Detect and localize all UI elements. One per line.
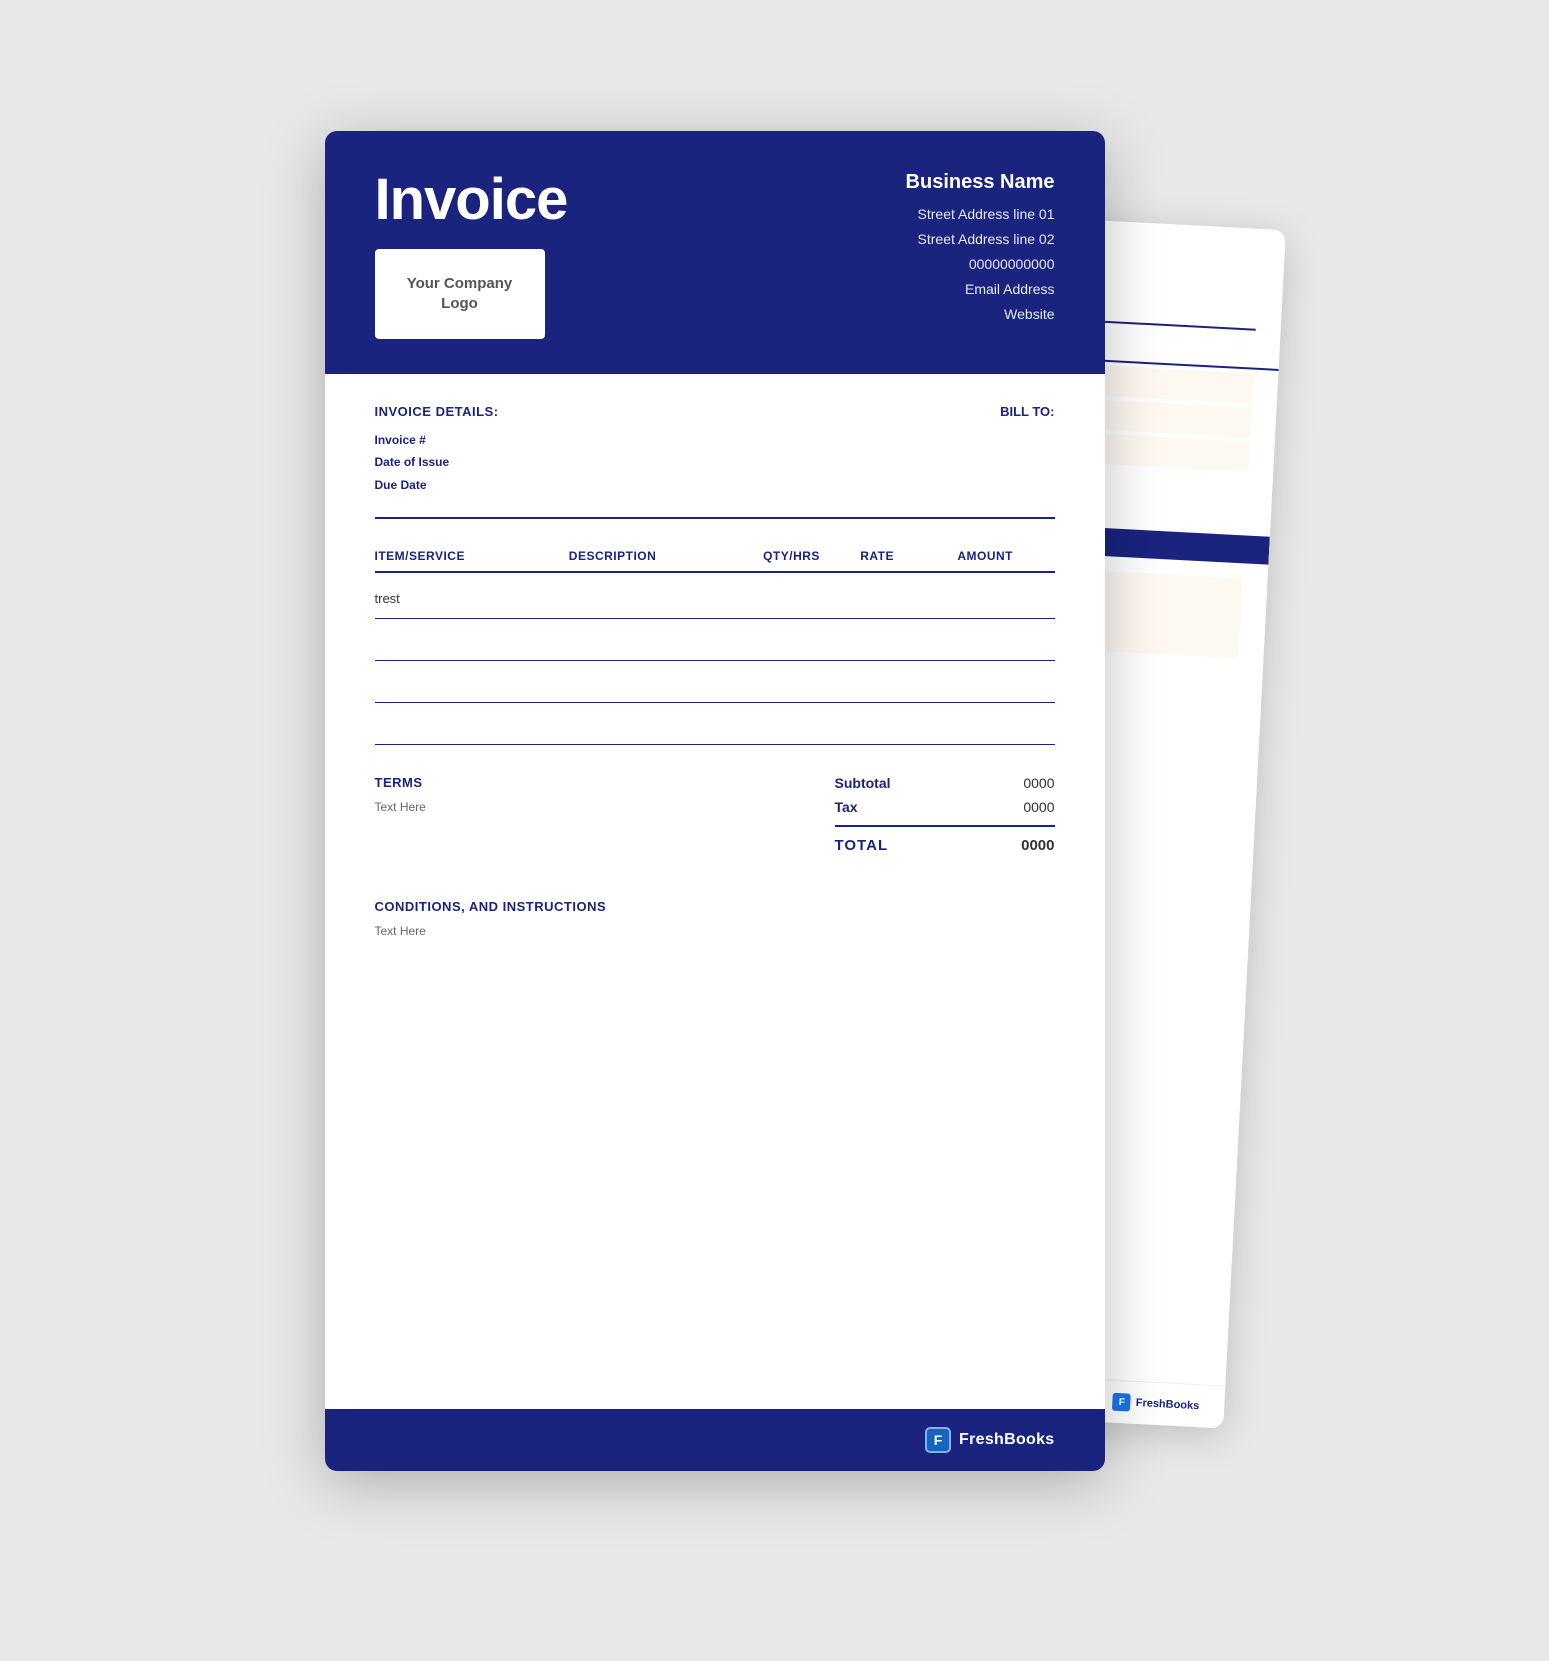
table-empty-row-1 (375, 619, 1055, 661)
total-value: 0000 (1021, 837, 1054, 854)
invoice-front: Invoice Your Company Logo Business Name … (325, 131, 1105, 1471)
freshbooks-name: FreshBooks (959, 1431, 1054, 1449)
row1-amount (957, 591, 1054, 610)
conditions-text: Text Here (375, 924, 1055, 938)
freshbooks-logo: F FreshBooks (925, 1427, 1054, 1453)
website-line: Website (906, 302, 1055, 327)
details-left: INVOICE DETAILS: Invoice # Date of Issue… (375, 404, 499, 497)
table-empty-row-3 (375, 703, 1055, 745)
phone-line: 00000000000 (906, 252, 1055, 277)
total-label: TOTAL (835, 837, 889, 854)
row1-qty (763, 591, 860, 610)
front-body: INVOICE DETAILS: Invoice # Date of Issue… (325, 374, 1105, 968)
table-section: ITEM/SERVICE DESCRIPTION QTY/HRS RATE AM… (375, 549, 1055, 745)
conditions-section: CONDITIONS, AND INSTRUCTIONS Text Here (375, 889, 1055, 938)
back-freshbooks-logo: F FreshBooks (1112, 1392, 1199, 1415)
terms-text: Text Here (375, 800, 835, 814)
table-data-row-1: trest (375, 581, 1055, 619)
th-amount: AMOUNT (957, 549, 1054, 563)
logo-text-line1: Your Company (407, 275, 513, 292)
details-section: INVOICE DETAILS: Invoice # Date of Issue… (375, 404, 1055, 519)
date-issue-item: Date of Issue (375, 451, 499, 474)
freshbooks-icon: F (925, 1427, 951, 1453)
invoice-num-item: Invoice # (375, 429, 499, 452)
due-date-item: Due Date (375, 474, 499, 497)
th-qty-hrs: QTY/HRS (763, 549, 860, 563)
back-freshbooks-name: FreshBooks (1135, 1396, 1199, 1411)
totals-section: Subtotal 0000 Tax 0000 TOTAL 0000 (835, 775, 1055, 854)
details-section-title: INVOICE DETAILS: (375, 404, 499, 419)
logo-text-line2: Logo (441, 295, 478, 312)
front-footer: F FreshBooks (325, 1409, 1105, 1471)
business-name: Business Name (906, 171, 1055, 194)
front-header: Invoice Your Company Logo Business Name … (325, 131, 1105, 374)
back-freshbooks-icon: F (1112, 1392, 1131, 1411)
front-header-right: Business Name Street Address line 01 Str… (906, 171, 1055, 328)
subtotal-value: 0000 (1023, 775, 1054, 791)
logo-box: Your Company Logo (375, 249, 545, 339)
details-right: BILL TO: (1000, 404, 1054, 419)
tax-row: Tax 0000 (835, 799, 1055, 815)
bill-to-label: BILL TO: (1000, 404, 1054, 419)
address-line-1: Street Address line 01 (906, 202, 1055, 227)
tax-value: 0000 (1023, 799, 1054, 815)
terms-title: TERMS (375, 775, 835, 790)
th-rate: RATE (860, 549, 957, 563)
address-line-2: Street Address line 02 (906, 227, 1055, 252)
table-empty-row-2 (375, 661, 1055, 703)
tax-label: Tax (835, 799, 858, 815)
subtotal-label: Subtotal (835, 775, 891, 791)
row1-item: trest (375, 591, 569, 610)
email-line: Email Address (906, 277, 1055, 302)
total-row: TOTAL 0000 (835, 837, 1055, 854)
conditions-title: CONDITIONS, AND INSTRUCTIONS (375, 899, 1055, 914)
invoice-scene: INVOICE DETAILS: Invoice # 0000 Date of … (325, 131, 1225, 1531)
th-item-service: ITEM/SERVICE (375, 549, 569, 563)
row1-desc (569, 591, 763, 610)
th-description: DESCRIPTION (569, 549, 763, 563)
bottom-section: TERMS Text Here Subtotal 0000 Tax 0000 T… (375, 775, 1055, 854)
invoice-title: Invoice (375, 171, 568, 229)
row1-rate (860, 591, 957, 610)
subtotal-row: Subtotal 0000 (835, 775, 1055, 791)
logo-text: Your Company Logo (407, 274, 513, 313)
totals-divider (835, 825, 1055, 827)
table-header: ITEM/SERVICE DESCRIPTION QTY/HRS RATE AM… (375, 549, 1055, 573)
terms-section: TERMS Text Here (375, 775, 835, 814)
front-header-left: Invoice Your Company Logo (375, 171, 568, 339)
